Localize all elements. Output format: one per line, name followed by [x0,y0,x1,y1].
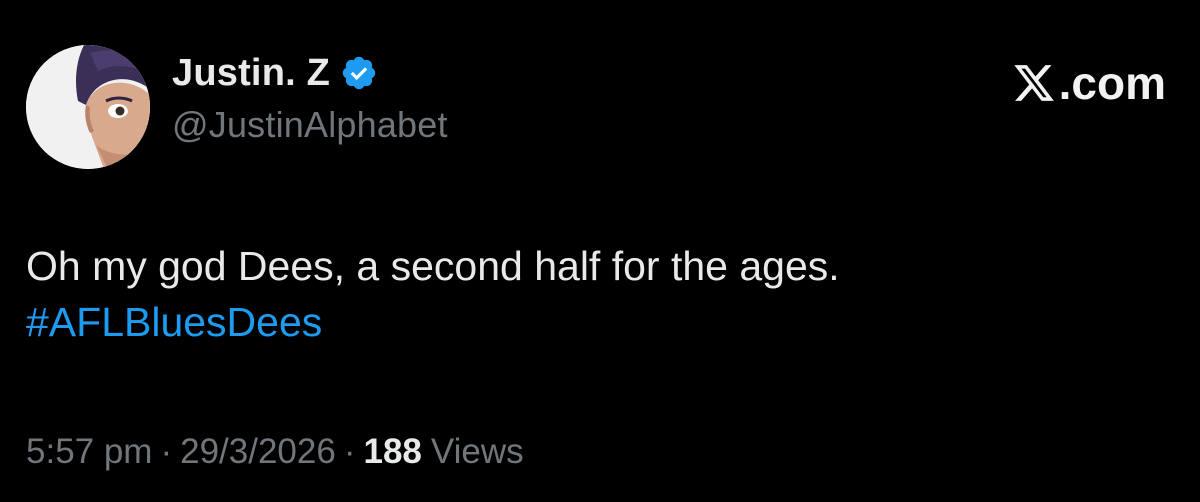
tweet-text-line: Oh my god Dees, a second half for the ag… [26,243,840,289]
tweet-date[interactable]: 29/3/2026 [180,432,336,472]
meta-separator: · [160,432,173,471]
avatar-image [26,45,150,169]
author-display-name[interactable]: Justin. Z [172,52,330,95]
tweet-card: Justin. Z @JustinAlphabet .com Oh my god… [0,0,1200,502]
views-label: Views [430,432,524,471]
author-name-row: Justin. Z [172,48,378,98]
tweet-meta: 5:57 pm · 29/3/2026 · 188 Views [26,432,524,472]
meta-separator: · [343,432,356,471]
tweet-text: Oh my god Dees, a second half for the ag… [26,238,840,350]
views-count[interactable]: 188 [364,432,422,472]
avatar[interactable] [26,45,150,169]
x-logo-icon [1013,65,1054,101]
verified-badge-icon [342,56,376,90]
author-handle[interactable]: @JustinAlphabet [172,104,448,146]
tweet-time[interactable]: 5:57 pm [26,432,152,472]
hashtag-link[interactable]: #AFLBluesDees [26,294,840,350]
brand-mark: .com [1011,60,1166,106]
brand-domain: .com [1058,57,1166,109]
